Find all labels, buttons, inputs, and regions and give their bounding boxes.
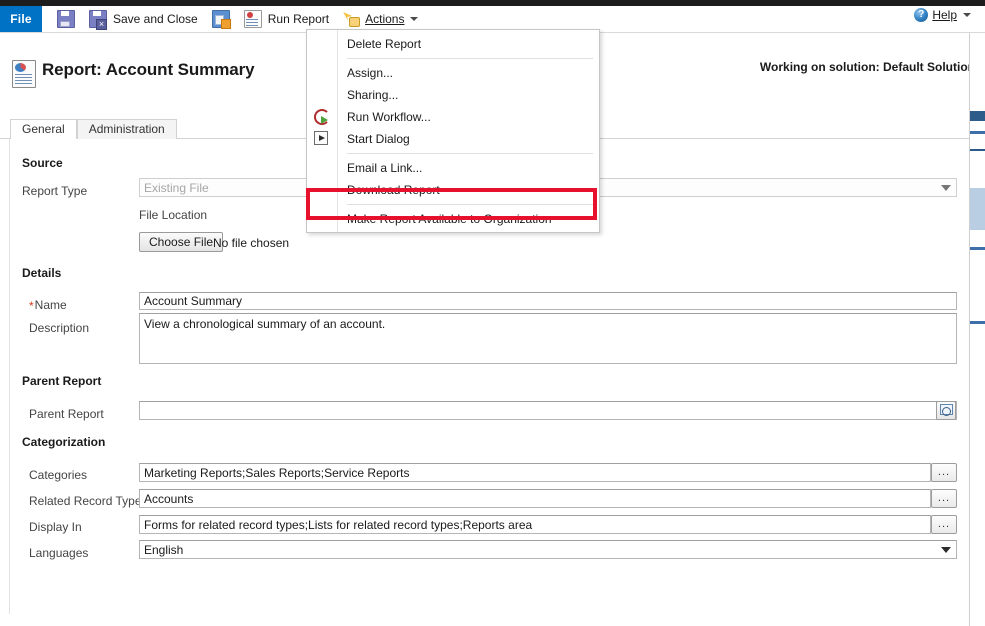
menu-item-run-workflow[interactable]: Run Workflow... (307, 106, 599, 128)
tab-administration[interactable]: Administration (77, 119, 177, 139)
menu-item-label: Run Workflow... (347, 110, 431, 124)
section-header-categorization: Categorization (22, 435, 105, 449)
report-type-label: Report Type (22, 184, 87, 198)
description-label: Description (29, 321, 89, 335)
menu-item-start-dialog[interactable]: Start Dialog (307, 128, 599, 150)
menu-item-label: Delete Report (347, 37, 421, 51)
languages-chevron-down-icon (941, 547, 951, 553)
tab-administration-label: Administration (89, 122, 165, 136)
actions-label: Actions (365, 12, 404, 26)
form-tabs: General Administration (10, 120, 177, 139)
menu-item-label: Make Report Available to Organization (347, 212, 552, 226)
tab-general[interactable]: General (10, 119, 77, 139)
parent-report-label: Parent Report (29, 407, 104, 421)
menu-item-assign[interactable]: Assign... (307, 62, 599, 84)
actions-icon (343, 11, 359, 27)
menu-item-label: Email a Link... (347, 161, 422, 175)
run-report-icon (244, 10, 262, 28)
save-icon (57, 10, 75, 28)
menu-item-make-report-available-to-organization[interactable]: Make Report Available to Organization (307, 208, 599, 230)
file-chosen-status: No file chosen (213, 236, 289, 250)
file-tab[interactable]: File (0, 6, 42, 32)
actions-dropdown-menu: Delete Report Assign... Sharing... Run W… (306, 29, 600, 233)
choose-file-button[interactable]: Choose File (139, 232, 223, 252)
languages-label: Languages (29, 546, 88, 560)
save-and-close-label: Save and Close (113, 12, 198, 26)
help-chevron-down-icon (963, 13, 971, 17)
section-header-source: Source (22, 156, 63, 170)
description-textarea[interactable] (139, 313, 957, 364)
lookup-icon[interactable] (936, 401, 956, 420)
form-left-rule (9, 139, 10, 614)
file-location-label: File Location (139, 208, 207, 222)
menu-separator (347, 58, 593, 59)
help-icon: ? (914, 8, 928, 22)
report-icon (12, 60, 36, 88)
file-tab-label: File (10, 12, 31, 26)
menu-separator (347, 204, 593, 205)
right-edge-overflow (969, 33, 985, 626)
display-in-label: Display In (29, 520, 82, 534)
tab-general-label: General (22, 122, 65, 136)
workflow-icon (314, 109, 329, 124)
save-and-close-button[interactable]: Save and Close (82, 6, 205, 32)
help-label: Help (932, 8, 957, 22)
save-as-new-button[interactable] (205, 6, 237, 32)
parent-report-input[interactable] (139, 401, 957, 420)
help-button[interactable]: ? Help (914, 8, 971, 22)
menu-item-email-a-link[interactable]: Email a Link... (307, 157, 599, 179)
related-record-types-label: Related Record Types (29, 494, 148, 508)
menu-item-download-report[interactable]: Download Report (307, 179, 599, 201)
menu-item-delete-report[interactable]: Delete Report (307, 33, 599, 55)
menu-item-label: Sharing... (347, 88, 398, 102)
solution-context-label: Working on solution: Default Solution (760, 60, 975, 74)
categories-input[interactable] (139, 463, 931, 482)
related-record-types-input[interactable] (139, 489, 931, 508)
name-label: *Name (29, 298, 67, 312)
menu-item-label: Assign... (347, 66, 393, 80)
section-header-parent-report: Parent Report (22, 374, 101, 388)
required-marker: * (29, 299, 34, 313)
categories-label: Categories (29, 468, 87, 482)
display-in-browse-button[interactable]: ... (931, 515, 957, 534)
report-type-chevron-down-icon (941, 185, 951, 191)
page-title: Report: Account Summary (42, 60, 254, 80)
menu-item-label: Download Report (347, 183, 440, 197)
categories-browse-button[interactable]: ... (931, 463, 957, 482)
related-record-types-browse-button[interactable]: ... (931, 489, 957, 508)
save-as-new-icon (212, 10, 230, 28)
display-in-input[interactable] (139, 515, 931, 534)
menu-separator (347, 153, 593, 154)
menu-item-sharing[interactable]: Sharing... (307, 84, 599, 106)
menu-item-label: Start Dialog (347, 132, 410, 146)
section-header-details: Details (22, 266, 61, 280)
save-and-close-icon (89, 10, 107, 28)
chevron-down-icon (410, 17, 418, 21)
run-report-label: Run Report (268, 12, 329, 26)
languages-select[interactable] (139, 540, 957, 559)
save-button[interactable] (50, 6, 82, 32)
dialog-icon (314, 131, 328, 145)
name-input[interactable] (139, 292, 957, 310)
